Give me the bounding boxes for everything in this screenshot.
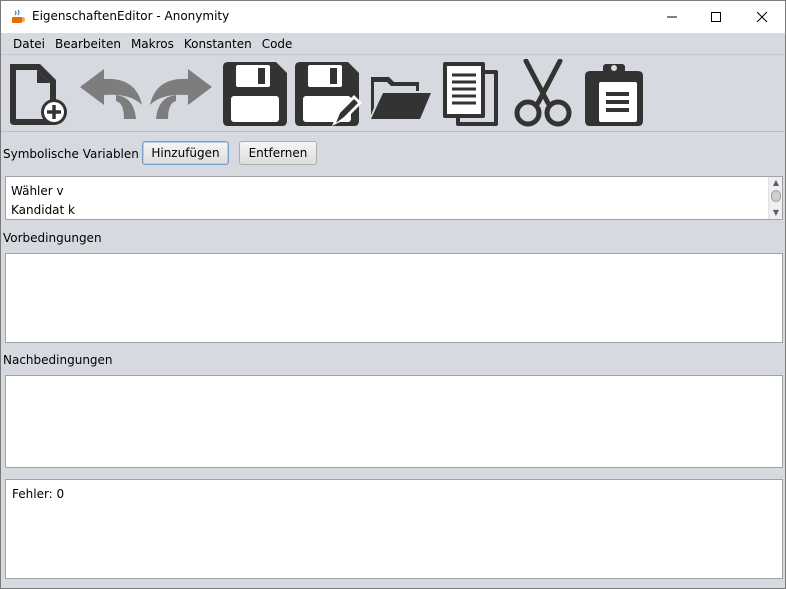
maximize-button[interactable] — [693, 1, 739, 33]
menu-datei[interactable]: Datei — [8, 33, 50, 55]
scroll-up-icon[interactable]: ▲ — [770, 177, 782, 189]
minimize-button[interactable] — [649, 1, 695, 33]
window-title: EigenschaftenEditor - Anonymity — [32, 9, 230, 23]
save-icon — [223, 62, 287, 126]
editor-window: EigenschaftenEditor - Anonymity Datei Be… — [0, 0, 786, 589]
menu-code[interactable]: Code — [257, 33, 298, 55]
list-item[interactable]: Kandidat k — [11, 203, 75, 217]
menu-konstanten[interactable]: Konstanten — [179, 33, 257, 55]
cut-icon — [514, 59, 572, 127]
symbolic-variables-label: Symbolische Variablen — [3, 147, 139, 161]
redo-icon — [150, 69, 212, 119]
menu-makros[interactable]: Makros — [126, 33, 179, 55]
copy-button[interactable] — [438, 59, 508, 129]
add-variable-button[interactable]: Hinzufügen — [142, 141, 229, 165]
redo-button[interactable] — [146, 59, 216, 129]
symbolic-variables-list[interactable]: Wähler v Kandidat k ▲ ▼ — [5, 176, 783, 220]
save-button[interactable] — [220, 59, 290, 129]
paste-button[interactable] — [579, 59, 649, 129]
list-item[interactable]: Wähler v — [11, 184, 64, 198]
new-file-button[interactable] — [4, 59, 74, 129]
save-as-icon — [295, 62, 362, 126]
paste-icon — [585, 64, 643, 126]
cut-button[interactable] — [508, 59, 578, 129]
maximize-icon — [711, 12, 721, 22]
remove-variable-button[interactable]: Entfernen — [239, 141, 317, 165]
new-file-icon — [10, 64, 67, 125]
preconditions-editor[interactable] — [5, 253, 783, 343]
open-folder-icon — [371, 77, 431, 119]
open-button[interactable] — [365, 59, 435, 129]
scroll-thumb[interactable] — [771, 190, 781, 202]
save-as-button[interactable] — [292, 59, 362, 129]
undo-button[interactable] — [76, 59, 146, 129]
menu-bar: Datei Bearbeiten Makros Konstanten Code — [1, 33, 785, 55]
title-bar[interactable]: EigenschaftenEditor - Anonymity — [1, 1, 785, 33]
copy-icon — [443, 62, 498, 126]
close-button[interactable] — [739, 1, 785, 33]
preconditions-label: Vorbedingungen — [3, 231, 102, 245]
error-output-panel: Fehler: 0 — [5, 479, 783, 579]
close-icon — [756, 11, 768, 23]
java-app-icon — [12, 9, 25, 23]
error-count-text: Fehler: 0 — [12, 487, 65, 501]
menu-bearbeiten[interactable]: Bearbeiten — [50, 33, 126, 55]
postconditions-label: Nachbedingungen — [3, 353, 113, 367]
scroll-down-icon[interactable]: ▼ — [770, 207, 782, 219]
vertical-scrollbar[interactable]: ▲ ▼ — [768, 177, 782, 219]
minimize-icon — [667, 16, 677, 18]
postconditions-editor[interactable] — [5, 375, 783, 468]
toolbar — [1, 56, 785, 132]
undo-icon — [80, 69, 142, 119]
